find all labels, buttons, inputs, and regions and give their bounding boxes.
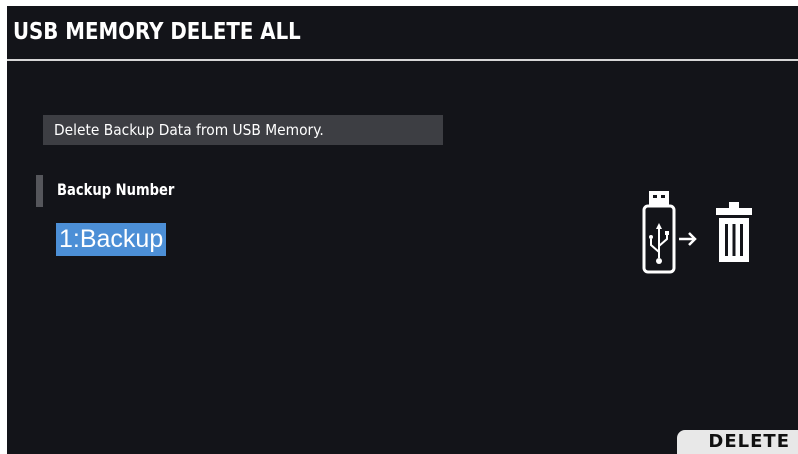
delete-button-label: DELETE [708, 431, 790, 452]
title-bar: USB MEMORY DELETE ALL [7, 6, 798, 61]
backup-number-value[interactable]: 1:Backup [56, 223, 167, 256]
delete-button[interactable]: DELETE [677, 430, 798, 454]
backup-number-label: Backup Number [57, 180, 175, 199]
right-arrow-icon [679, 232, 697, 246]
message-text: Delete Backup Data from USB Memory. [54, 121, 324, 139]
trash-can-icon [716, 202, 752, 262]
screen: USB MEMORY DELETE ALL Delete Backup Data… [7, 6, 798, 454]
parameter-cursor-marker [36, 175, 43, 207]
usb-to-trash-illustration [635, 186, 765, 276]
usb-memory-icon [642, 191, 676, 274]
message-box: Delete Backup Data from USB Memory. [43, 115, 443, 145]
page-title: USB MEMORY DELETE ALL [13, 19, 301, 45]
